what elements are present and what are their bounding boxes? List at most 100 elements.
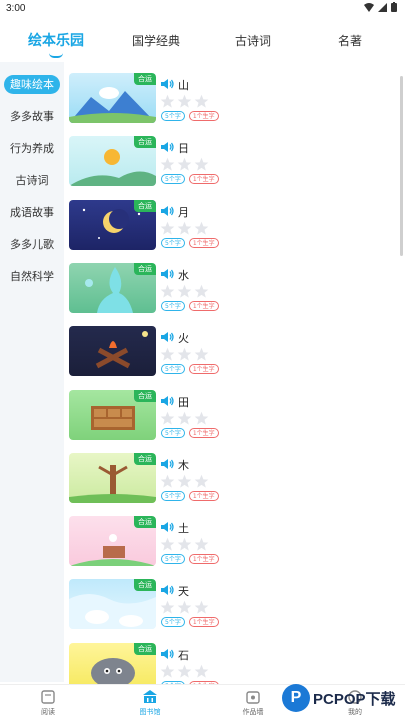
book-cover[interactable]: 合运 (69, 262, 156, 313)
book-badge: 合运 (134, 452, 156, 465)
star-icon (160, 158, 175, 171)
sidebar-item-label: 自然科学 (10, 270, 54, 283)
book-row-moon[interactable]: 合运 月 5个字 1个生字 (64, 199, 405, 263)
star-icon (177, 411, 192, 425)
sidebar-item-idioms[interactable]: 成语故事 (0, 204, 64, 220)
book-badge: 合运 (134, 73, 156, 85)
new-char-tag: 1个生字 (188, 554, 219, 565)
speaker-icon[interactable] (161, 268, 174, 280)
speaker-icon[interactable] (161, 648, 174, 660)
book-cover[interactable]: 合运 (69, 389, 156, 440)
star-icon (194, 537, 209, 551)
nav-read[interactable]: 阅读 (18, 689, 78, 717)
sidebar-item-science[interactable]: 自然科学 (0, 268, 64, 284)
book-badge: 合运 (134, 136, 156, 149)
book-icon (41, 690, 55, 704)
star-icon (160, 347, 175, 361)
sidebar-item-songs[interactable]: 多多儿歌 (0, 236, 64, 252)
wifi-icon (364, 2, 374, 12)
sidebar-item-stories[interactable]: 多多故事 (0, 108, 64, 124)
book-title: 日 (178, 142, 189, 156)
sidebar-item-fun-books[interactable]: 趣味绘本 (0, 75, 64, 94)
status-icons (364, 2, 397, 12)
book-cover[interactable]: 合运 (69, 516, 156, 567)
new-char-tag: 1个生字 (188, 300, 219, 311)
tab-masterpieces[interactable]: 名著 (338, 32, 362, 49)
star-icon (194, 284, 209, 298)
star-icon (160, 411, 175, 425)
star-rating (160, 347, 209, 362)
speaker-icon[interactable] (161, 584, 174, 596)
book-title: 山 (178, 79, 189, 92)
sidebar-item-label: 趣味绘本 (4, 75, 60, 94)
book-row-field[interactable]: 合运 田 5个字 1个生字 (64, 389, 405, 453)
book-row-sky[interactable]: 合运 天 5个字 1个生字 (64, 579, 405, 642)
nav-library[interactable]: 图书馆 (120, 689, 180, 717)
book-cover[interactable] (69, 326, 156, 377)
word-count-tag: 5个字 (161, 237, 185, 248)
book-list: 合运山 5个字 1个生字 合运日 5个字 1个生字 合运月 5个字 1个生字 合运水 5个字 1个生字… (64, 62, 405, 684)
star-icon (160, 601, 175, 614)
book-tags: 5个字1个生字 (161, 111, 219, 121)
nav-label: 图书馆 (139, 708, 161, 716)
watermark-text: PCPOP下载 (313, 691, 396, 708)
book-cover[interactable]: 合运 (69, 73, 156, 123)
star-icon (160, 537, 175, 551)
speaker-icon[interactable] (161, 331, 174, 343)
star-rating (160, 284, 209, 299)
book-tags: 5个字1个生字 (161, 300, 219, 311)
book-cover[interactable]: 合运 (69, 136, 156, 187)
star-rating (160, 94, 209, 109)
tab-poems[interactable]: 古诗词 (235, 32, 271, 49)
star-rating (160, 537, 209, 552)
new-char-tag: 1个生字 (188, 237, 219, 248)
book-row-mountain[interactable]: 合运山 5个字 1个生字 (64, 73, 405, 136)
book-row-stone[interactable]: 合运石5个字1个生字 (64, 642, 405, 684)
speaker-icon[interactable] (161, 205, 174, 217)
nav-label: 阅读 (41, 708, 55, 716)
star-icon (177, 474, 192, 488)
speaker-icon[interactable] (161, 395, 174, 407)
book-row-sun[interactable]: 合运 日 5个字 1个生字 (64, 136, 405, 199)
word-count-tag: 5个字 (161, 111, 185, 121)
star-icon (160, 474, 175, 488)
list-scrollbar[interactable] (400, 76, 403, 256)
book-row-wood[interactable]: 合运 木 5个字 1个生字 (64, 452, 405, 516)
word-count-tag: 5个字 (161, 554, 185, 565)
sidebar-item-label: 行为养成 (10, 142, 54, 155)
book-row-fire[interactable]: 火 5个字 1个生字 (64, 326, 405, 389)
star-rating (160, 474, 209, 489)
speaker-icon[interactable] (161, 521, 174, 533)
book-title: 田 (178, 395, 189, 409)
book-badge: 合运 (134, 516, 156, 529)
book-cover[interactable]: 合运 (69, 642, 156, 684)
star-icon (177, 221, 192, 235)
cover-illustration (95, 331, 148, 369)
star-rating (160, 664, 209, 679)
book-title: 土 (178, 522, 189, 536)
speaker-icon[interactable] (161, 141, 174, 153)
speaker-icon[interactable] (161, 458, 174, 470)
speaker-icon[interactable] (161, 78, 174, 90)
book-cover[interactable]: 合运 (69, 199, 156, 250)
watermark-logo: P (282, 684, 310, 712)
book-title: 水 (178, 268, 189, 282)
star-icon (194, 94, 209, 108)
star-icon (194, 221, 209, 235)
book-row-earth[interactable]: 合运 土 5个字 1个生字 (64, 516, 405, 579)
star-rating (160, 221, 209, 236)
star-icon (177, 537, 192, 551)
tab-picture-books[interactable]: 绘本乐园 (28, 30, 84, 58)
nav-works[interactable]: 作品墙 (223, 689, 283, 717)
book-cover[interactable]: 合运 (69, 452, 156, 503)
sidebar-item-poems[interactable]: 古诗词 (0, 172, 64, 188)
word-count-tag: 5个字 (161, 490, 185, 501)
star-rating (160, 411, 209, 426)
star-icon (194, 411, 209, 425)
book-row-water[interactable]: 合运 水 5个字 1个生字 (64, 262, 405, 326)
star-icon (194, 664, 209, 678)
sidebar-item-behavior[interactable]: 行为养成 (0, 140, 64, 156)
works-icon (246, 691, 260, 704)
tab-classics[interactable]: 国学经典 (132, 32, 180, 49)
book-cover[interactable]: 合运 (69, 579, 156, 630)
